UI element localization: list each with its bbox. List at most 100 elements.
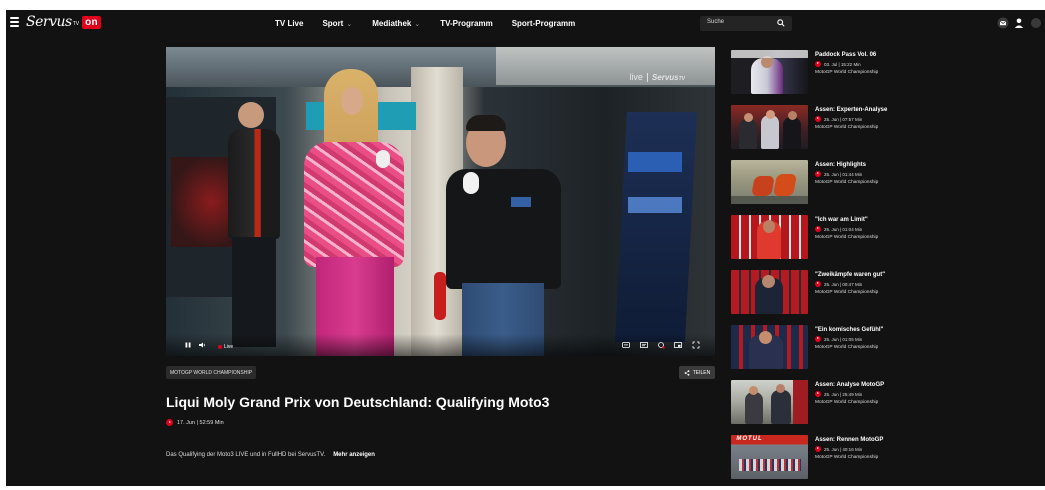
- play-badge-icon: [815, 226, 821, 232]
- nav-label: TV-Programm: [440, 19, 493, 28]
- video-scene: [238, 102, 264, 128]
- related-video-meta: 25. Jun | 25:49 Min: [815, 391, 940, 397]
- page-frame: Servus TV on TV Live Sport ⌄ Mediathek ⌄ T…: [6, 10, 1045, 486]
- play-badge-icon: [815, 391, 821, 397]
- nav-item-sport[interactable]: Sport ⌄: [322, 19, 352, 28]
- related-video-text: Paddock Pass Vol. 06 03. Jul | 15:22 Min…: [815, 52, 940, 75]
- player-controls: Live: [166, 334, 715, 356]
- video-thumbnail: [731, 215, 808, 259]
- video-scene: [341, 87, 363, 115]
- video-scene: [463, 172, 479, 194]
- related-video-title: "Zweikämpfe waren gut": [815, 272, 886, 278]
- related-video-item[interactable]: Assen: Analyse MotoGP 25. Jun | 25:49 Mi…: [731, 380, 941, 424]
- settings-icon[interactable]: [639, 340, 649, 350]
- play-badge-icon: [815, 61, 821, 67]
- related-video-item[interactable]: "Ich war am Limit" 25. Jun | 01:04 Min M…: [731, 215, 941, 259]
- related-video-item[interactable]: Assen: Experten-Analyse 25. Jun | 07:57 …: [731, 105, 941, 149]
- related-video-date: 25. Jun | 01:04 Min: [824, 226, 863, 232]
- top-header: Servus TV on TV Live Sport ⌄ Mediathek ⌄ T…: [6, 10, 1045, 37]
- related-video-date: 25. Jun | 01:05 Min: [824, 336, 863, 342]
- play-badge-icon: [815, 116, 821, 122]
- user-icon[interactable]: [1013, 17, 1025, 29]
- share-label: TEILEN: [692, 369, 711, 376]
- related-video-category: MotoGP World Championship: [815, 70, 879, 75]
- live-indicator: Live: [218, 344, 233, 350]
- profile-avatar[interactable]: [1031, 18, 1041, 28]
- related-video-item[interactable]: MOTUL Assen: Rennen MotoGP 25. Jun | 40:…: [731, 435, 941, 479]
- search-placeholder: Suche: [707, 19, 725, 25]
- related-video-item[interactable]: "Zweikämpfe waren gut" 25. Jun | 00:47 M…: [731, 270, 941, 314]
- video-scene: [466, 115, 506, 131]
- pip-icon[interactable]: [673, 340, 683, 350]
- play-badge-icon: [815, 171, 821, 177]
- related-video-category: MotoGP World Championship: [815, 290, 879, 295]
- video-scene: [376, 150, 390, 168]
- live-label: Live: [224, 344, 234, 350]
- play-badge-icon: [815, 281, 821, 287]
- related-video-text: Assen: Experten-Analyse 25. Jun | 07:57 …: [815, 107, 940, 130]
- video-title: Liqui Moly Grand Prix von Deutschland: Q…: [166, 394, 550, 410]
- video-scene: [628, 197, 682, 213]
- related-video-title: Assen: Rennen MotoGP: [815, 437, 884, 443]
- play-badge-icon: [166, 419, 173, 426]
- show-more-link[interactable]: Mehr anzeigen: [333, 452, 375, 458]
- pause-icon[interactable]: [183, 340, 193, 350]
- related-video-text: "Ich war am Limit" 25. Jun | 01:04 Min M…: [815, 217, 940, 240]
- nav-item-mediathek[interactable]: Mediathek ⌄: [372, 19, 420, 28]
- play-badge-icon: [815, 336, 821, 342]
- share-button[interactable]: TEILEN: [679, 366, 715, 379]
- nav-item-tv-live[interactable]: TV Live: [275, 19, 303, 28]
- watermark-logo: ServusTV: [651, 72, 685, 82]
- subtitles-icon[interactable]: [621, 340, 631, 350]
- video-scene: [511, 197, 531, 207]
- nav-label: Mediathek: [372, 19, 412, 28]
- watermark-divider: [646, 72, 648, 82]
- app-root: Servus TV on TV Live Sport ⌄ Mediathek ⌄ T…: [0, 0, 1045, 490]
- video-meta: 17. Jun | 52:59 Min: [166, 419, 224, 426]
- related-video-item[interactable]: Paddock Pass Vol. 06 03. Jul | 15:22 Min…: [731, 50, 941, 94]
- related-video-meta: 25. Jun | 07:57 Min: [815, 116, 940, 122]
- video-thumbnail: [731, 50, 808, 94]
- video-thumbnail: [731, 325, 808, 369]
- related-video-category: MotoGP World Championship: [815, 180, 879, 185]
- video-description: Das Qualifying der Moto3 LIVE und in Ful…: [166, 452, 375, 458]
- video-player[interactable]: live ServusTV Live: [166, 47, 715, 356]
- play-badge-icon: [815, 446, 821, 452]
- logo-script: Servus: [26, 14, 72, 30]
- nav-item-sport-programm[interactable]: Sport-Programm: [512, 19, 576, 28]
- related-video-date: 25. Jun | 07:57 Min: [824, 116, 863, 122]
- related-video-text: "Zweikämpfe waren gut" 25. Jun | 00:47 M…: [815, 272, 940, 295]
- watermark-live-text: live: [629, 72, 643, 82]
- video-scene: [232, 237, 276, 347]
- related-video-title: Paddock Pass Vol. 06: [815, 52, 877, 58]
- related-video-category: MotoGP World Championship: [815, 125, 879, 130]
- related-video-text: Assen: Analyse MotoGP 25. Jun | 25:49 Mi…: [815, 382, 940, 405]
- related-video-meta: 25. Jun | 01:05 Min: [815, 336, 940, 342]
- search-icon[interactable]: [777, 19, 785, 27]
- related-video-meta: 25. Jun | 40:16 Min: [815, 446, 940, 452]
- related-video-meta: 25. Jun | 01:44 Min: [815, 171, 940, 177]
- related-video-category: MotoGP World Championship: [815, 235, 879, 240]
- fullscreen-icon[interactable]: [691, 340, 701, 350]
- related-video-date: 25. Jun | 01:44 Min: [824, 171, 863, 177]
- related-video-item[interactable]: "Ein komisches Gefühl" 25. Jun | 01:05 M…: [731, 325, 941, 369]
- related-video-item[interactable]: Assen: Highlights 25. Jun | 01:44 Min Mo…: [731, 160, 941, 204]
- chevron-down-icon: ⌄: [346, 20, 353, 28]
- live-dot: [218, 345, 222, 349]
- nav-label: Sport: [322, 19, 344, 28]
- related-video-category: MotoGP World Championship: [815, 455, 879, 460]
- category-chip[interactable]: MOTOGP WORLD CHAMPIONSHIP: [166, 366, 257, 379]
- video-scene: [434, 272, 446, 320]
- volume-icon[interactable]: [197, 340, 207, 350]
- related-video-date: 25. Jun | 25:49 Min: [824, 391, 863, 397]
- video-scene: [228, 129, 280, 239]
- related-video-meta: 25. Jun | 01:04 Min: [815, 226, 940, 232]
- nav-item-tv-programm[interactable]: TV-Programm: [440, 19, 492, 28]
- related-video-meta: 25. Jun | 00:47 Min: [815, 281, 940, 287]
- menu-icon[interactable]: [10, 17, 19, 27]
- search-input[interactable]: Suche: [700, 16, 792, 31]
- video-date-duration: 17. Jun | 52:59 Min: [177, 419, 224, 426]
- mail-icon[interactable]: [997, 17, 1009, 29]
- chromecast-icon[interactable]: [656, 340, 666, 350]
- servustv-on-logo[interactable]: Servus TV on: [26, 12, 101, 32]
